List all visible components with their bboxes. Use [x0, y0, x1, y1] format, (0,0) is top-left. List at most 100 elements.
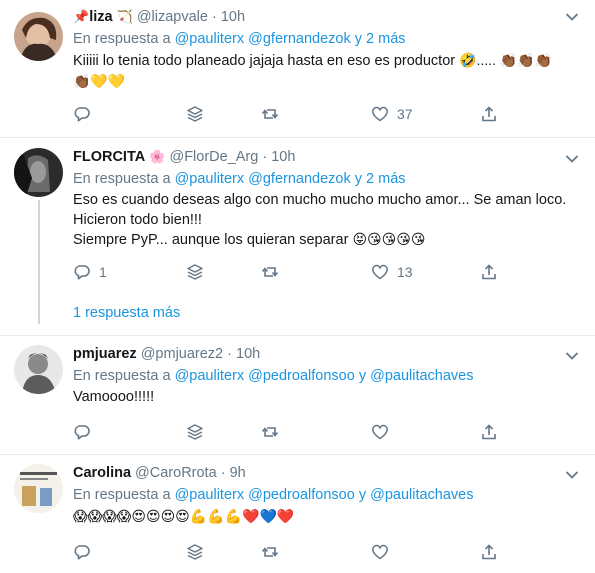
tweet-text-line: Siempre PyP... aunque los quieran separa… — [73, 232, 349, 248]
reply-prefix: En respuesta a — [73, 171, 171, 187]
share-button[interactable] — [480, 542, 498, 562]
timestamp[interactable]: 9h — [230, 465, 246, 481]
mention-link[interactable]: @paulitachaves — [370, 368, 473, 384]
like-button[interactable]: 13 — [371, 262, 413, 282]
reply-button[interactable] — [73, 542, 91, 562]
like-count: 13 — [397, 264, 413, 280]
mention-link[interactable]: @gfernandezok — [248, 171, 351, 187]
retweet-button[interactable] — [261, 422, 279, 442]
bow-arrow-emoji: 🏹 — [116, 9, 133, 24]
timestamp[interactable]: 10h — [221, 9, 245, 25]
share-button[interactable] — [480, 104, 498, 124]
tweet-actions: 37 — [73, 104, 503, 124]
display-name[interactable]: liza — [89, 9, 112, 25]
emoji-group: 👏🏾💛💛 — [73, 72, 126, 89]
retweet-button[interactable] — [261, 262, 279, 282]
reply-prefix: En respuesta a — [73, 368, 171, 384]
user-handle[interactable]: @FlorDe_Arg — [169, 149, 258, 165]
reply-icon — [74, 545, 90, 560]
like-button[interactable] — [371, 422, 389, 442]
share-icon — [482, 264, 496, 280]
chevron-down-icon[interactable] — [565, 351, 579, 361]
timestamp[interactable]: 10h — [236, 346, 260, 362]
avatar[interactable] — [14, 464, 63, 513]
user-handle[interactable]: @CaroRrota — [135, 465, 217, 481]
mention-link[interactable]: @paulitachaves — [370, 487, 473, 503]
separator-dot: · — [227, 346, 232, 362]
tweet-text-line: Hicieron todo bien!!! — [73, 211, 202, 228]
reply-icon — [74, 107, 90, 122]
layers-icon — [187, 424, 203, 440]
tweet-text-line: Kiiiii lo tenia todo planeado jajaja has… — [73, 53, 456, 69]
share-layers-button[interactable] — [186, 422, 204, 442]
reply-prefix: En respuesta a — [73, 31, 171, 47]
share-layers-button[interactable] — [186, 262, 204, 282]
reply-context: En respuesta a @pauliterx @pedroalfonsoo… — [73, 484, 575, 506]
mention-link[interactable]: @pedroalfonsoo — [248, 487, 355, 503]
emoji-group: 😝😘😘😘😘 — [352, 231, 426, 247]
tweet-pmjuarez[interactable]: pmjuarez @pmjuarez2 · 10h En respuesta a… — [0, 336, 595, 454]
like-button[interactable]: 37 — [371, 104, 413, 124]
layers-icon — [187, 544, 203, 560]
tweet-text: Kiiiii lo tenia todo planeado jajaja has… — [73, 51, 575, 91]
reply-context: En respuesta a @pauliterx @gfernandezok … — [73, 28, 575, 50]
chevron-down-icon[interactable] — [565, 154, 579, 164]
more-mentions-link[interactable]: y 2 más — [355, 171, 406, 187]
retweet-button[interactable] — [261, 542, 279, 562]
chevron-down-icon[interactable] — [565, 12, 579, 22]
retweet-button[interactable] — [261, 104, 279, 124]
retweet-icon — [261, 109, 279, 119]
user-handle[interactable]: @lizapvale — [137, 9, 208, 25]
reply-button[interactable]: 1 — [73, 262, 107, 282]
tweet-header: Carolina @CaroRrota · 9h — [73, 462, 575, 484]
mention-link[interactable]: @pauliterx — [175, 487, 245, 503]
avatar[interactable] — [14, 148, 63, 197]
chevron-down-icon[interactable] — [565, 470, 579, 480]
tweet-header: 📌liza 🏹 @lizapvale · 10h — [73, 6, 575, 28]
flower-emoji: 🌸 — [149, 149, 166, 164]
tweet-header: FLORCITA 🌸 @FlorDe_Arg · 10h — [73, 146, 575, 168]
layers-icon — [187, 106, 203, 122]
tweet-carolina[interactable]: Carolina @CaroRrota · 9h En respuesta a … — [0, 455, 595, 573]
tweet-liza[interactable]: 📌liza 🏹 @lizapvale · 10h En respuesta a … — [0, 0, 595, 137]
mention-link[interactable]: @pauliterx — [175, 31, 245, 47]
timestamp[interactable]: 10h — [271, 149, 295, 165]
tweet-florcita[interactable]: FLORCITA 🌸 @FlorDe_Arg · 10h En respuest… — [0, 138, 595, 335]
emoji-group: 😱😱😱😱😍😍😍😍💪💪💪❤️💙❤️ — [73, 508, 295, 524]
mention-link[interactable]: @pauliterx — [175, 171, 245, 187]
retweet-icon — [261, 547, 279, 557]
mention-link[interactable]: @pedroalfonsoo — [248, 368, 355, 384]
heart-icon — [372, 106, 388, 122]
avatar[interactable] — [14, 345, 63, 394]
reply-icon — [74, 425, 90, 440]
show-more-replies-link[interactable]: 1 respuesta más — [73, 305, 180, 321]
reply-button[interactable] — [73, 104, 91, 124]
pin-emoji: 📌 — [73, 9, 90, 24]
tweet-timeline: 📌liza 🏹 @lizapvale · 10h En respuesta a … — [0, 0, 595, 573]
tweet-header: pmjuarez @pmjuarez2 · 10h — [73, 343, 575, 365]
share-layers-button[interactable] — [186, 104, 204, 124]
mention-link[interactable]: @gfernandezok — [248, 31, 351, 47]
share-layers-button[interactable] — [186, 542, 204, 562]
reply-icon — [74, 265, 90, 280]
display-name[interactable]: FLORCITA — [73, 149, 145, 165]
display-name[interactable]: pmjuarez — [73, 346, 137, 362]
reply-context: En respuesta a @pauliterx @gfernandezok … — [73, 168, 575, 190]
heart-icon — [372, 424, 388, 440]
share-button[interactable] — [480, 422, 498, 442]
reply-count: 1 — [99, 264, 107, 280]
share-button[interactable] — [480, 262, 498, 282]
share-icon — [482, 544, 496, 560]
display-name[interactable]: Carolina — [73, 465, 131, 481]
mention-link[interactable]: @pauliterx — [175, 368, 245, 384]
more-mentions-link[interactable]: y 2 más — [355, 31, 406, 47]
layers-icon — [187, 264, 203, 280]
like-button[interactable] — [371, 542, 389, 562]
tweet-text-line: Eso es cuando deseas algo con mucho much… — [73, 192, 567, 208]
user-handle[interactable]: @pmjuarez2 — [141, 346, 223, 362]
tweet-actions — [73, 422, 503, 442]
like-count: 37 — [397, 106, 413, 122]
separator-dot: · — [220, 465, 226, 481]
reply-button[interactable] — [73, 422, 91, 442]
avatar[interactable] — [14, 12, 63, 61]
